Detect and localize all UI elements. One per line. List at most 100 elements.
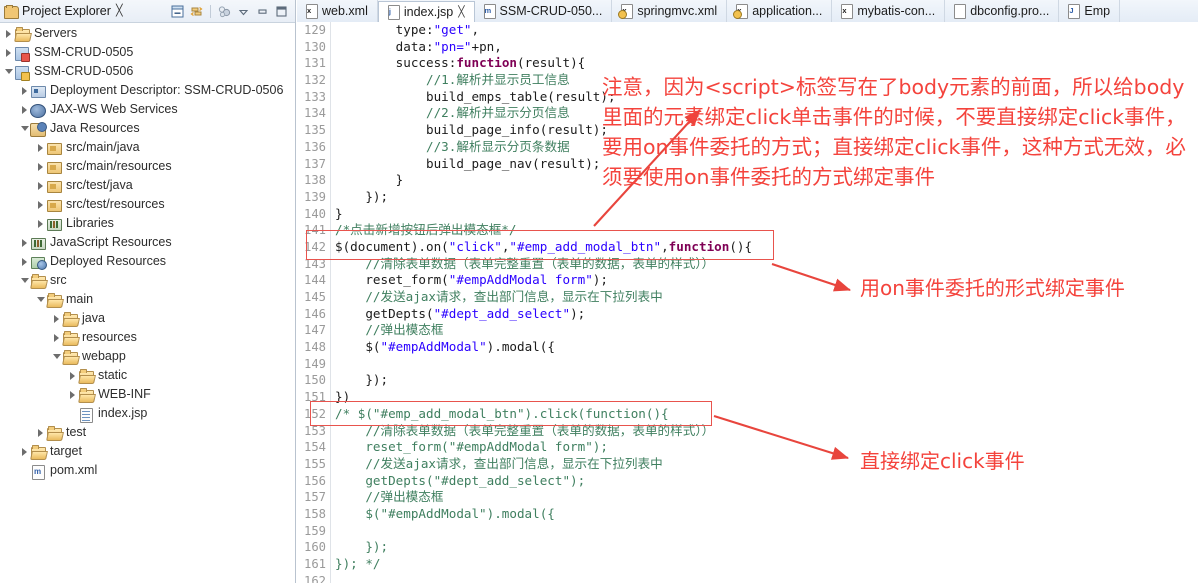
maximize-icon[interactable] [272, 2, 291, 20]
tree-expander-closed[interactable] [3, 24, 14, 43]
tree-item[interactable]: SSM-CRUD-0505 [0, 43, 295, 62]
minimize-icon[interactable] [253, 2, 272, 20]
tree-expander-closed[interactable] [51, 309, 62, 328]
code-line[interactable]: reset_form("#empAddModal form"); [335, 439, 1198, 456]
project-tree[interactable]: Servers SSM-CRUD-0505 SSM-CRUD-0506 Deploym… [0, 22, 295, 583]
tree-item[interactable]: src/main/resources [0, 157, 295, 176]
editor-tab[interactable]: dbconfig.pro... [945, 0, 1060, 22]
code-line[interactable]: }); [335, 539, 1198, 556]
tree-expander-closed[interactable] [35, 176, 46, 195]
tree-expander-open[interactable] [19, 271, 30, 290]
tree-item[interactable]: Libraries [0, 214, 295, 233]
code-line[interactable]: data:"pn="+pn, [335, 39, 1198, 56]
tree-item[interactable]: webapp [0, 347, 295, 366]
tree-expander-open[interactable] [3, 62, 14, 81]
code-line[interactable]: //发送ajax请求，查出部门信息，显示在下拉列表中 [335, 456, 1198, 473]
code-line[interactable] [335, 523, 1198, 540]
code-line[interactable]: //弹出模态框 [335, 322, 1198, 339]
tree-item[interactable]: Java Resources [0, 119, 295, 138]
code-line[interactable]: //清除表单数据（表单完整重置（表单的数据，表单的样式）） [335, 423, 1198, 440]
tree-item[interactable]: test [0, 423, 295, 442]
link-with-editor-icon[interactable] [187, 2, 206, 20]
code-line[interactable]: } [335, 206, 1198, 223]
tree-item[interactable]: main [0, 290, 295, 309]
tree-expander-closed[interactable] [51, 328, 62, 347]
code-line[interactable]: }); [335, 189, 1198, 206]
editor-tab[interactable]: x mybatis-con... [832, 0, 946, 22]
tree-item[interactable]: src/test/resources [0, 195, 295, 214]
code-line[interactable]: /*点击新增按钮后弹出模态框*/ [335, 222, 1198, 239]
code-line[interactable]: build_emps_table(result); [335, 89, 1198, 106]
code-line[interactable]: $("#empAddModal").modal({ [335, 506, 1198, 523]
tree-expander-closed[interactable] [35, 157, 46, 176]
tree-expander-open[interactable] [51, 347, 62, 366]
editor-tab[interactable]: xapplication... [727, 0, 833, 22]
code-line[interactable]: getDepts("#dept_add_select"); [335, 473, 1198, 490]
code-line[interactable]: //清除表单数据（表单完整重置（表单的数据，表单的样式）） [335, 256, 1198, 273]
code-line[interactable]: $("#empAddModal").modal({ [335, 339, 1198, 356]
tree-item[interactable]: SSM-CRUD-0506 [0, 62, 295, 81]
tree-item[interactable]: static [0, 366, 295, 385]
tree-expander-closed[interactable] [19, 100, 30, 119]
tree-expander-closed[interactable] [67, 385, 78, 404]
code-line[interactable] [335, 573, 1198, 583]
tree-expander-closed[interactable] [35, 195, 46, 214]
code-line[interactable]: $(document).on("click","#emp_add_modal_b… [335, 239, 1198, 256]
tree-expander-closed[interactable] [35, 138, 46, 157]
tree-item[interactable]: Deployment Descriptor: SSM-CRUD-0506 [0, 81, 295, 100]
code-line[interactable]: //2.解析并显示分页信息 [335, 105, 1198, 122]
code-line[interactable]: build_page_info(result); [335, 122, 1198, 139]
tree-item[interactable]: index.jsp [0, 404, 295, 423]
editor-tab[interactable]: m SSM-CRUD-050... [475, 0, 613, 22]
tree-item[interactable]: Servers [0, 24, 295, 43]
tree-expander-closed[interactable] [35, 423, 46, 442]
tree-item[interactable]: JAX-WS Web Services [0, 100, 295, 119]
code-line[interactable]: }) [335, 389, 1198, 406]
code-lines[interactable]: type:"get", data:"pn="+pn, success:funct… [335, 22, 1198, 583]
focus-on-active-task-icon[interactable] [215, 2, 234, 20]
code-line[interactable]: //发送ajax请求，查出部门信息，显示在下拉列表中 [335, 289, 1198, 306]
collapse-all-icon[interactable] [168, 2, 187, 20]
code-line[interactable]: //弹出模态框 [335, 489, 1198, 506]
tree-item[interactable]: pom.xml [0, 461, 295, 480]
close-icon[interactable]: ╳ [116, 5, 123, 17]
tree-item[interactable]: WEB-INF [0, 385, 295, 404]
code-line[interactable]: } [335, 172, 1198, 189]
code-line[interactable]: build_page_nav(result); [335, 156, 1198, 173]
code-line[interactable] [335, 356, 1198, 373]
tab-close-icon[interactable]: ╳ [458, 6, 464, 18]
code-line[interactable]: }); [335, 372, 1198, 389]
code-line[interactable]: //1.解析并显示员工信息 [335, 72, 1198, 89]
code-line[interactable]: type:"get", [335, 22, 1198, 39]
view-menu-icon[interactable] [234, 2, 253, 20]
tree-item[interactable]: src/main/java [0, 138, 295, 157]
editor-tab-bar[interactable]: xweb.xmljindex.jsp╳mSSM-CRUD-050...xspri… [297, 0, 1198, 23]
code-line[interactable]: reset_form("#empAddModal form"); [335, 272, 1198, 289]
tree-expander-open[interactable] [19, 119, 30, 138]
tree-expander-closed[interactable] [3, 43, 14, 62]
tree-item[interactable]: JavaScript Resources [0, 233, 295, 252]
editor-tab[interactable]: J Emp [1059, 0, 1121, 22]
code-line[interactable]: }); */ [335, 556, 1198, 573]
tree-expander-closed[interactable] [19, 81, 30, 100]
tree-item[interactable]: target [0, 442, 295, 461]
tree-expander-closed[interactable] [67, 366, 78, 385]
tree-item[interactable]: java [0, 309, 295, 328]
code-line[interactable]: /* $("#emp_add_modal_btn").click(functio… [335, 406, 1198, 423]
tree-expander-open[interactable] [35, 290, 46, 309]
tree-item[interactable]: Deployed Resources [0, 252, 295, 271]
editor-tab[interactable]: j index.jsp ╳ [377, 1, 475, 22]
tree-item[interactable]: src/test/java [0, 176, 295, 195]
code-line[interactable]: success:function(result){ [335, 55, 1198, 72]
code-editor[interactable]: 129 130 131 132 133 134 135 136 137 138 139 140 141 1… [297, 22, 1198, 583]
code-line[interactable]: getDepts("#dept_add_select"); [335, 306, 1198, 323]
code-line[interactable]: //3.解析显示分页条数据 [335, 139, 1198, 156]
editor-tab[interactable]: x web.xml [297, 0, 378, 22]
tree-item[interactable]: src [0, 271, 295, 290]
tree-expander-closed[interactable] [19, 252, 30, 271]
tree-expander-closed[interactable] [19, 442, 30, 461]
tree-expander-closed[interactable] [19, 233, 30, 252]
tree-expander-closed[interactable] [35, 214, 46, 233]
editor-tab[interactable]: xspringmvc.xml [612, 0, 728, 22]
tree-item[interactable]: resources [0, 328, 295, 347]
